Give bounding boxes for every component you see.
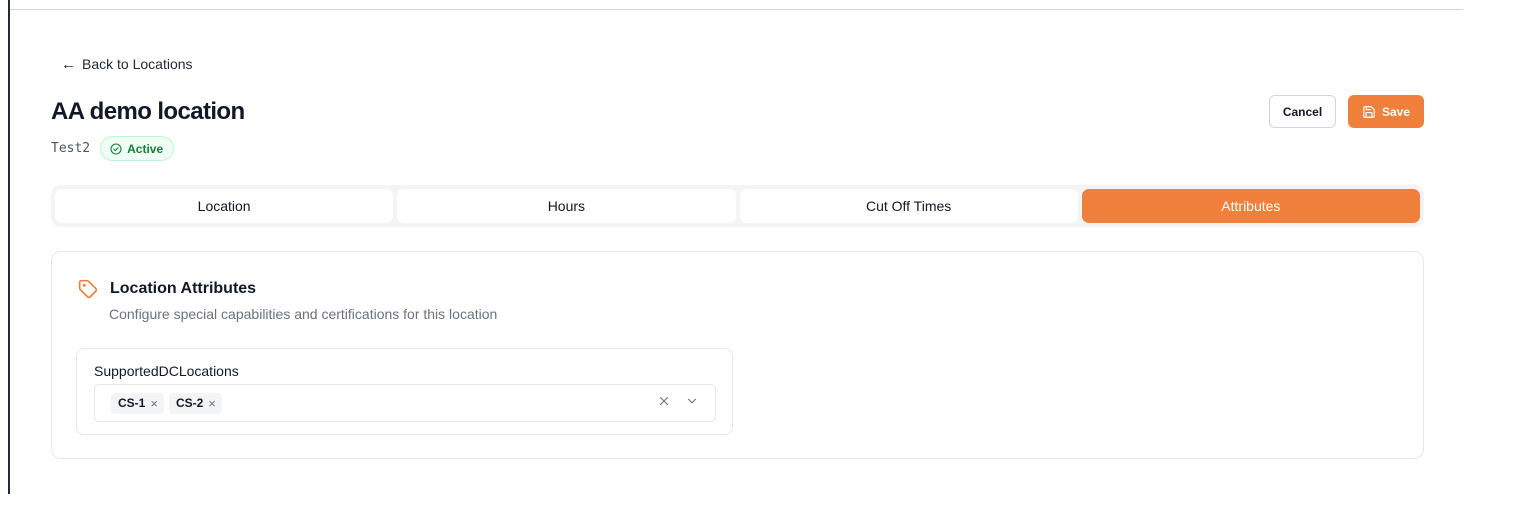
back-to-locations-link[interactable]: ← Back to Locations [61, 56, 193, 72]
status-badge: Active [100, 136, 175, 161]
field-label: SupportedDCLocations [94, 363, 239, 379]
tab-attributes[interactable]: Attributes [1081, 189, 1420, 223]
status-label: Active [127, 141, 164, 156]
selected-chip: CS-2 × [168, 392, 222, 414]
window-edge [8, 0, 10, 494]
chip-remove-icon[interactable]: × [208, 396, 216, 411]
back-link-label: Back to Locations [82, 56, 193, 72]
tag-icon [78, 279, 98, 299]
save-icon [1363, 105, 1375, 118]
card-header: Location Attributes [78, 279, 256, 299]
chip-remove-icon[interactable]: × [150, 396, 158, 411]
card-title: Location Attributes [110, 280, 257, 297]
supported-dc-locations-select[interactable]: CS-1 × CS-2 × [94, 384, 716, 422]
select-actions [657, 394, 699, 408]
location-meta: Test2 Active [51, 136, 175, 161]
save-label: Save [1381, 104, 1411, 119]
supported-dc-locations-field: SupportedDCLocations CS-1 × CS-2 × [76, 348, 733, 435]
page-title: AA demo location [51, 98, 245, 125]
chevron-down-icon[interactable] [685, 394, 699, 408]
tab-bar: Location Hours Cut Off Times Attributes [51, 185, 1424, 227]
selected-chip: CS-1 × [111, 392, 164, 414]
clear-all-icon[interactable] [657, 394, 671, 408]
save-button[interactable]: Save [1348, 95, 1424, 128]
chip-label: CS-1 [118, 396, 146, 410]
top-divider [10, 9, 1463, 10]
card-description: Configure special capabilities and certi… [109, 306, 498, 322]
cancel-button[interactable]: Cancel [1269, 95, 1336, 128]
tab-location[interactable]: Location [55, 189, 394, 223]
tab-cut-off-times[interactable]: Cut Off Times [739, 189, 1078, 223]
chip-label: CS-2 [175, 396, 204, 410]
location-code: Test2 [51, 141, 91, 156]
app-frame: ← Back to Locations AA demo location Tes… [0, 0, 1518, 514]
tab-hours[interactable]: Hours [397, 189, 736, 223]
arrow-left-icon: ← [61, 55, 76, 73]
location-attributes-card: Location Attributes Configure special ca… [51, 251, 1424, 459]
check-circle-icon [110, 142, 122, 155]
